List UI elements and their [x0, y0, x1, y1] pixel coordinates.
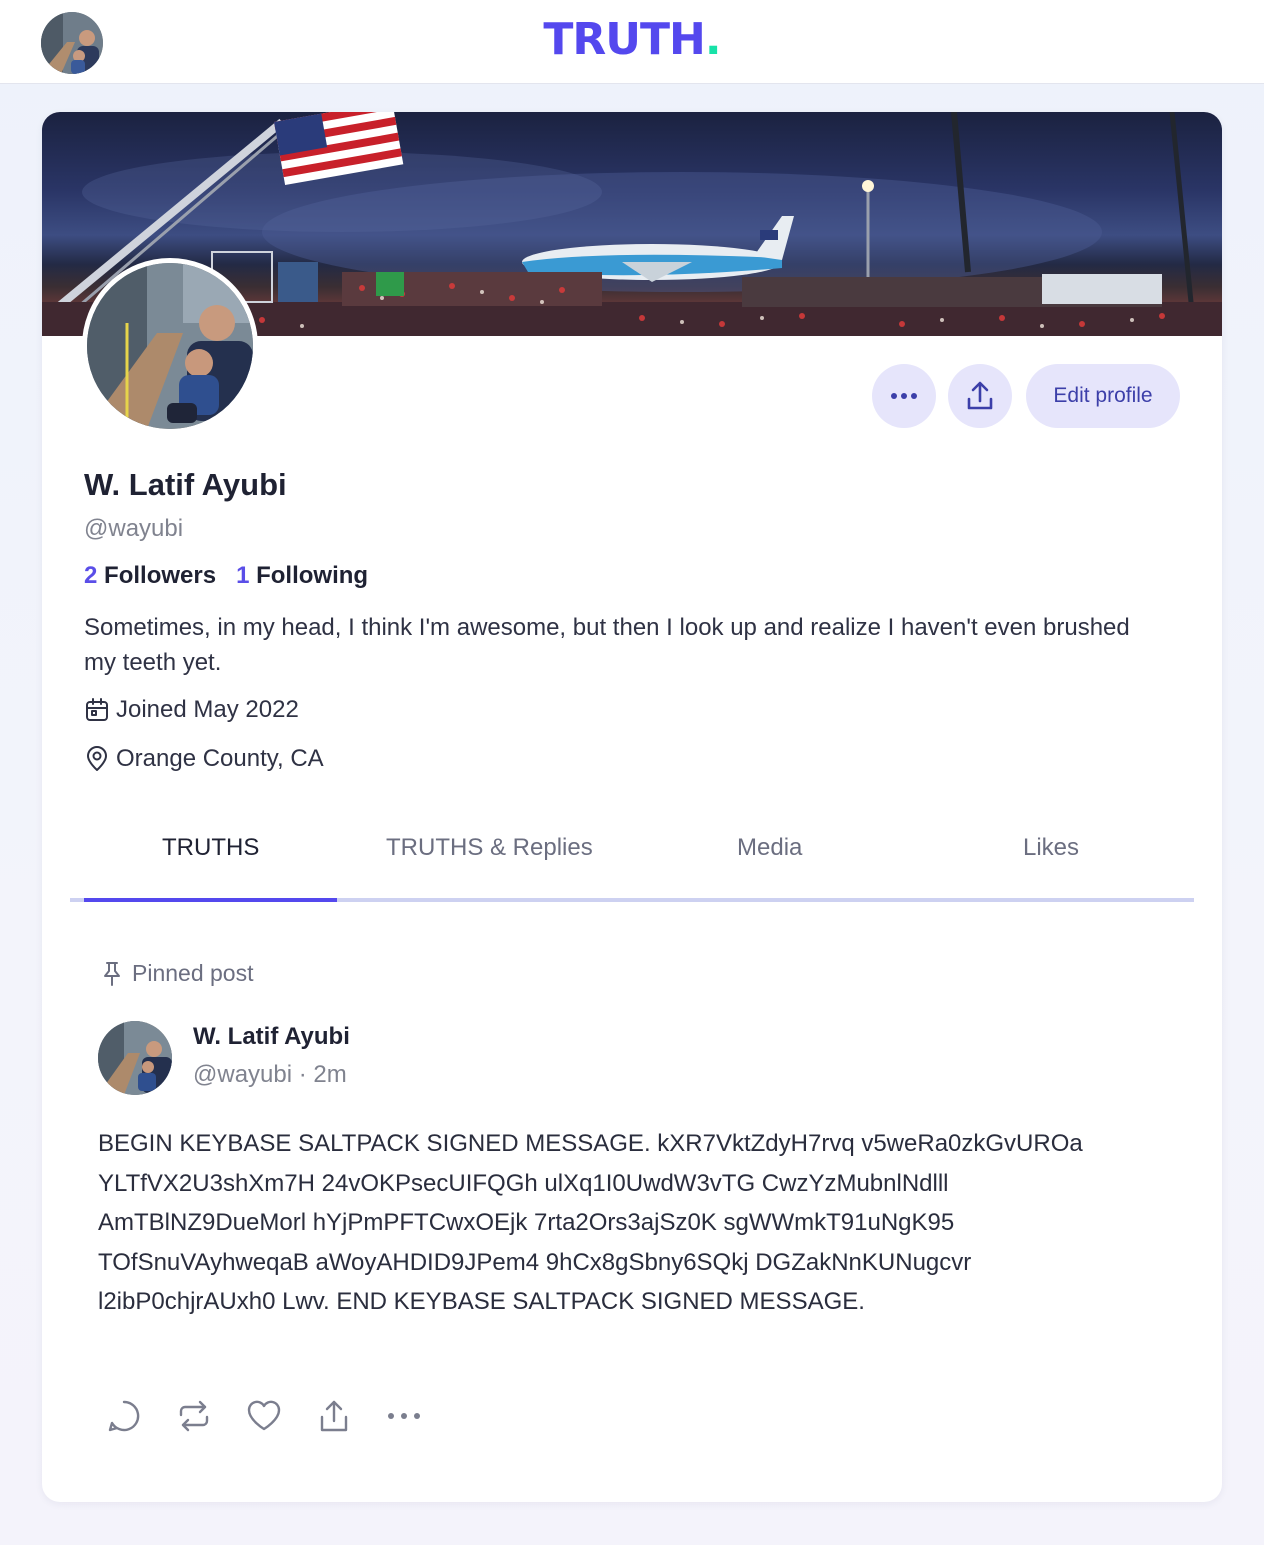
calendar-icon [84, 697, 110, 723]
logo-text: TRUTH [543, 14, 705, 65]
reply-button[interactable] [104, 1396, 144, 1436]
tab-likes[interactable]: Likes [1023, 834, 1079, 862]
top-bar: TRUTH. [0, 0, 1264, 84]
location-row: Orange County, CA [84, 745, 324, 773]
profile-bio: Sometimes, in my head, I think I'm aweso… [84, 614, 1130, 676]
pinned-post-label: Pinned post [102, 960, 253, 987]
followers-label: Followers [104, 562, 217, 589]
share-profile-button[interactable] [948, 364, 1012, 428]
more-options-button[interactable] [872, 364, 936, 428]
tab-truths[interactable]: TRUTHS [162, 834, 259, 862]
ellipsis-icon [386, 1412, 422, 1420]
retruth-button[interactable] [174, 1396, 214, 1436]
like-button[interactable] [244, 1396, 284, 1436]
pin-icon [102, 961, 122, 987]
comment-icon [107, 1399, 141, 1433]
post-author-name[interactable]: W. Latif Ayubi [193, 1023, 350, 1051]
post-handle-time: @wayubi · 2m [193, 1061, 347, 1088]
upload-share-icon [318, 1399, 350, 1433]
following-link[interactable]: 1 Following [236, 562, 368, 590]
post-actions [104, 1396, 424, 1436]
share-post-button[interactable] [314, 1396, 354, 1436]
pinned-text: Pinned post [132, 960, 254, 986]
edit-profile-button[interactable]: Edit profile [1026, 364, 1180, 428]
post-body: BEGIN KEYBASE SALTPACK SIGNED MESSAGE. k… [98, 1130, 1083, 1315]
logo-dot: . [704, 14, 722, 65]
repost-icon [177, 1399, 211, 1433]
profile-tabs: TRUTHS TRUTHS & Replies Media Likes [70, 812, 1194, 902]
followers-link[interactable]: 2 Followers [84, 562, 216, 590]
joined-date: Joined May 2022 [116, 696, 299, 723]
profile-handle: @wayubi [84, 515, 184, 542]
profile-avatar[interactable] [82, 258, 258, 434]
joined-date-row: Joined May 2022 [84, 696, 299, 724]
follow-stats: 2 Followers 1 Following [84, 562, 368, 590]
truth-logo[interactable]: TRUTH. [0, 14, 1264, 65]
profile-card: Edit profile W. Latif Ayubi @wayubi 2 Fo… [42, 112, 1222, 1502]
upload-share-icon [966, 381, 994, 411]
tab-truths-replies[interactable]: TRUTHS & Replies [386, 834, 593, 862]
active-tab-indicator [84, 898, 337, 902]
map-pin-icon [84, 746, 110, 772]
followers-count: 2 [84, 562, 98, 589]
profile-display-name: W. Latif Ayubi [84, 467, 287, 502]
following-count: 1 [236, 562, 250, 589]
following-label: Following [256, 562, 369, 589]
post-author-avatar[interactable] [98, 1021, 172, 1095]
tab-media[interactable]: Media [737, 834, 802, 862]
heart-icon [246, 1399, 282, 1433]
post-more-button[interactable] [384, 1396, 424, 1436]
location-text: Orange County, CA [116, 745, 324, 772]
ellipsis-icon [890, 392, 918, 400]
